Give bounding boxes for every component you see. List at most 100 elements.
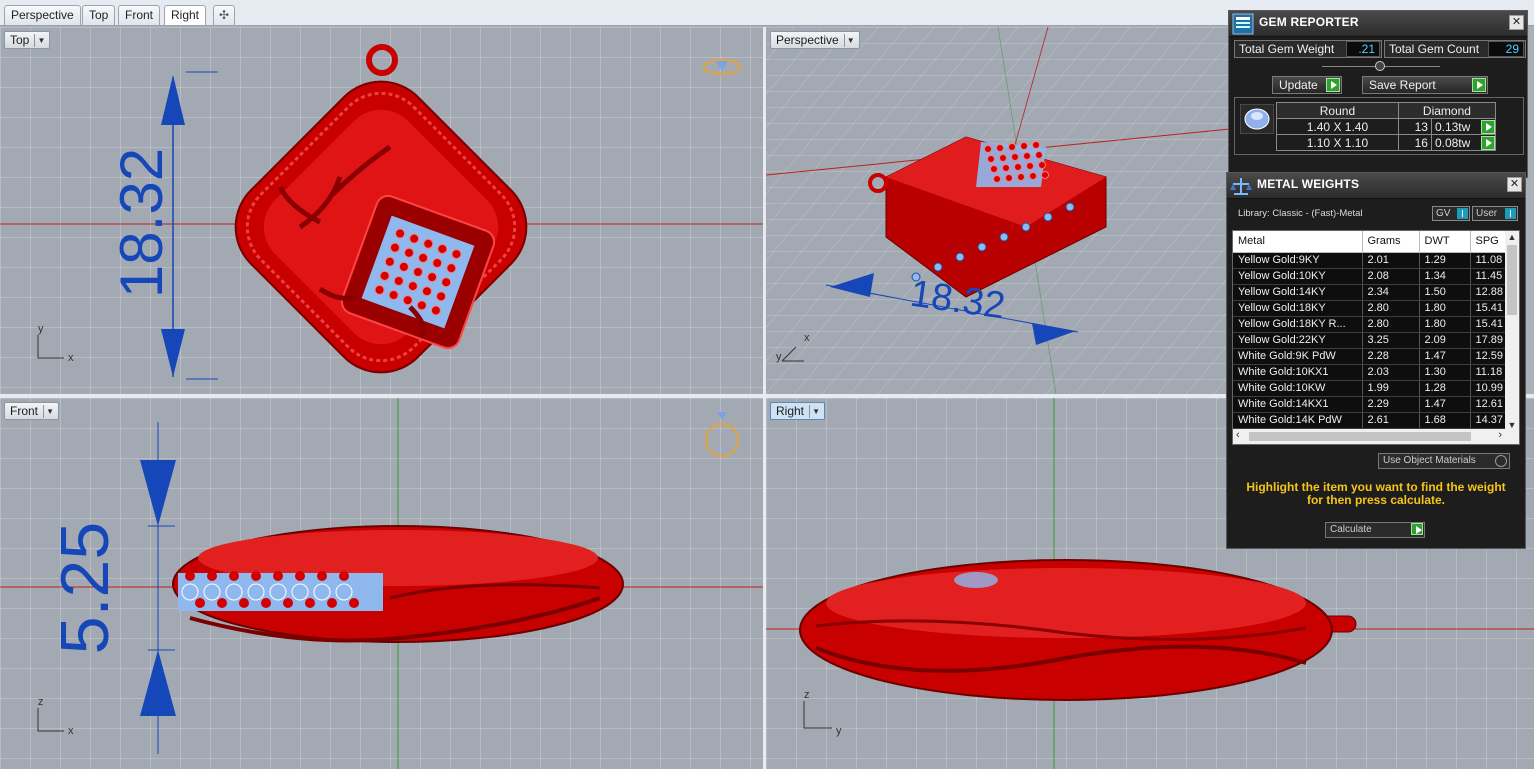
metal-table-hscroll[interactable]: ‹ ›: [1233, 429, 1519, 444]
user-toggle[interactable]: User: [1472, 206, 1518, 221]
metal-row[interactable]: Yellow Gold:18KY 2.80 1.80 15.41: [1233, 300, 1513, 317]
gem-row[interactable]: 1.40 X 1.40 13 0.13tw: [1276, 118, 1497, 135]
gem-list-table: Round Diamond 1.40 X 1.40 13 0.13tw 1.10…: [1276, 102, 1497, 151]
metal-row[interactable]: Yellow Gold:18KY R... 2.80 1.80 15.41: [1233, 316, 1513, 333]
scrollbar-thumb[interactable]: [1249, 432, 1471, 441]
scrollbar-thumb[interactable]: [1507, 245, 1517, 315]
svg-text:y: y: [776, 351, 782, 363]
metal-cell-metal: White Gold:10KX1: [1233, 364, 1363, 381]
metal-row[interactable]: White Gold:9K PdW 2.28 1.47 12.59: [1233, 348, 1513, 365]
gem-prong: [339, 571, 349, 581]
top-view-scene: 18.32 y x: [0, 44, 763, 380]
gem-prong: [1008, 143, 1016, 151]
use-object-materials-toggle[interactable]: Use Object Materials: [1378, 453, 1510, 469]
total-gem-weight-value: .21: [1346, 41, 1380, 57]
metal-table-container: Metal Grams DWT SPG Yellow Gold:9KY 2.01 1…: [1232, 230, 1520, 445]
metal-row[interactable]: White Gold:10KW 1.99 1.28 10.99: [1233, 380, 1513, 397]
viewport-splitter-vertical[interactable]: [763, 27, 766, 769]
metal-cell-grams: 2.29: [1362, 396, 1420, 413]
tab-top[interactable]: Top: [82, 5, 116, 25]
metal-weights-titlebar[interactable]: METAL WEIGHTS ✕: [1227, 173, 1525, 199]
viewport-label-right[interactable]: Right ▼: [770, 402, 826, 420]
dropdown-arrow-icon[interactable]: ▼: [843, 33, 855, 47]
column-header-metal[interactable]: Metal: [1233, 231, 1363, 253]
gem-prong: [1041, 171, 1049, 179]
dropdown-arrow-icon[interactable]: ▼: [809, 404, 820, 418]
scroll-right-icon[interactable]: ›: [1498, 429, 1502, 441]
metal-table-vscroll[interactable]: ▲ ▼: [1505, 231, 1519, 431]
metal-cell-grams: 3.25: [1362, 332, 1420, 349]
metal-cell-dwt: 1.47: [1419, 396, 1471, 413]
viewport-top[interactable]: 18.32 y x Top ▼: [0, 27, 763, 394]
scroll-up-icon[interactable]: ▲: [1505, 231, 1519, 243]
metal-cell-metal: Yellow Gold:14KY: [1233, 284, 1363, 301]
viewport-label-front[interactable]: Front ▼: [4, 402, 60, 420]
gem-prong: [1026, 162, 1034, 170]
gem-prong: [203, 583, 221, 601]
metal-cell-grams: 2.03: [1362, 364, 1420, 381]
gem-prong: [389, 242, 400, 253]
tab-right[interactable]: Right: [164, 5, 207, 25]
close-icon[interactable]: ✕: [1507, 177, 1522, 192]
metal-cell-grams: 2.34: [1362, 284, 1420, 301]
dropdown-arrow-icon[interactable]: ▼: [34, 33, 45, 47]
metal-row[interactable]: White Gold:10KX1 2.03 1.30 11.18: [1233, 364, 1513, 381]
panel-title: GEM REPORTER: [1259, 15, 1359, 29]
gem-prong: [407, 281, 418, 292]
svg-text:x: x: [68, 725, 74, 737]
dropdown-arrow-icon[interactable]: ▼: [43, 404, 54, 418]
metal-cell-grams: 2.01: [1362, 252, 1420, 269]
gem-row-select-button[interactable]: [1481, 136, 1495, 150]
viewport-label-perspective[interactable]: Perspective ▼: [770, 31, 860, 49]
gem-prong: [402, 295, 413, 306]
metal-cell-dwt: 1.34: [1419, 268, 1471, 285]
metal-row[interactable]: Yellow Gold:10KY 2.08 1.34 11.45: [1233, 268, 1513, 285]
gem-reporter-titlebar[interactable]: GEM REPORTER ✕: [1229, 11, 1527, 37]
metal-row[interactable]: White Gold:14K PdW 2.61 1.68 14.37: [1233, 412, 1513, 429]
gem-prong: [987, 155, 995, 163]
metal-cell-dwt: 1.80: [1419, 316, 1471, 333]
gem-prong: [229, 571, 239, 581]
plus-icon: ✣: [218, 8, 230, 22]
gem-prong: [317, 571, 327, 581]
gem-prong: [413, 267, 423, 277]
gem-prong: [313, 583, 331, 601]
ring-gizmo-icon: [703, 59, 741, 75]
gem-prong: [1023, 152, 1031, 160]
metal-row[interactable]: Yellow Gold:9KY 2.01 1.29 11.08: [1233, 252, 1513, 269]
gem-prong: [404, 247, 415, 258]
metal-row[interactable]: White Gold:14KX1 2.29 1.47 12.61: [1233, 396, 1513, 413]
gem-prong: [225, 583, 243, 601]
metal-row[interactable]: Yellow Gold:22KY 3.25 2.09 17.89: [1233, 332, 1513, 349]
column-header-grams[interactable]: Grams: [1362, 231, 1420, 253]
gem-prong: [446, 263, 457, 274]
gv-toggle[interactable]: GV: [1432, 206, 1470, 221]
metal-row[interactable]: Yellow Gold:14KY 2.34 1.50 12.88: [1233, 284, 1513, 301]
calculate-button[interactable]: Calculate: [1325, 522, 1425, 538]
gem-row-select-button[interactable]: [1481, 120, 1495, 134]
viewport-label-top[interactable]: Top ▼: [4, 31, 51, 49]
scroll-left-icon[interactable]: ‹: [1236, 429, 1240, 441]
add-viewport-tab-button[interactable]: ✣: [213, 5, 235, 25]
gem-prong: [990, 165, 998, 173]
gem-prong: [195, 598, 205, 608]
save-report-button[interactable]: Save Report: [1362, 76, 1488, 94]
dim-arrow-up: [161, 75, 185, 125]
close-icon[interactable]: ✕: [1509, 15, 1524, 30]
tab-perspective[interactable]: Perspective: [4, 5, 81, 25]
tab-front[interactable]: Front: [118, 5, 161, 25]
gem-prong: [1011, 153, 1019, 161]
viewport-front[interactable]: 5.25 z x Front ▼: [0, 398, 763, 769]
metal-cell-dwt: 1.30: [1419, 364, 1471, 381]
gem-row[interactable]: 1.10 X 1.10 16 0.08tw: [1276, 134, 1497, 151]
metal-cell-grams: 2.80: [1362, 300, 1420, 317]
gem-prong: [1029, 172, 1037, 180]
gem-prong: [384, 256, 395, 267]
update-button[interactable]: Update: [1272, 76, 1342, 94]
gem-prong: [269, 583, 287, 601]
viewport-perspective[interactable]: 18.32 y x Perspective ▼: [766, 27, 1230, 394]
gem-prong: [273, 571, 283, 581]
weight-slider-handle[interactable]: [1375, 61, 1385, 71]
column-header-dwt[interactable]: DWT: [1419, 231, 1471, 253]
gem-prong: [1038, 161, 1046, 169]
